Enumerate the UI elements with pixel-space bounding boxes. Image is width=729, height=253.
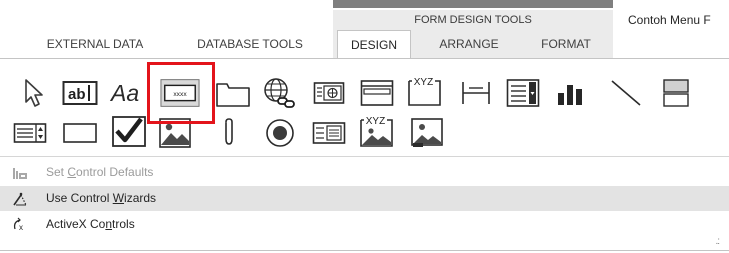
option-group-icon-text: XYZ [414, 77, 433, 88]
menu-item-set-control-defaults[interactable]: Set Control Defaults [0, 160, 729, 185]
web-browser-icon[interactable] [309, 73, 349, 113]
resize-grip-icon[interactable]: .: [715, 236, 719, 247]
activex-icon: x [12, 217, 28, 233]
line-icon[interactable] [606, 73, 646, 113]
select-arrow-icon[interactable] [14, 73, 54, 113]
text-box-icon[interactable]: ab [60, 73, 100, 113]
hyperlink-icon[interactable] [259, 73, 299, 113]
navigation-control-icon[interactable] [357, 73, 397, 113]
control-defaults-icon [12, 165, 28, 181]
menu-item-label: Use Control Wizards [46, 191, 157, 205]
bottom-border [0, 250, 729, 251]
rectangle-icon[interactable] [60, 113, 100, 153]
option-group-icon[interactable]: XYZ [405, 71, 445, 111]
svg-text:ab: ab [68, 86, 86, 103]
subform-icon[interactable] [309, 113, 349, 153]
bound-object-frame-icon[interactable]: XYZ [357, 111, 397, 151]
menu-separator [0, 156, 729, 157]
tab-divider [0, 58, 729, 59]
tab-external-data[interactable]: EXTERNAL DATA [22, 30, 168, 58]
bound-frame-icon-text: XYZ [366, 116, 385, 127]
unbound-object-frame-icon[interactable] [155, 113, 195, 153]
context-group-label: FORM DESIGN TOOLS [333, 10, 613, 30]
tab-control-icon[interactable] [213, 73, 253, 113]
chart-icon[interactable] [552, 73, 592, 113]
page-break-icon[interactable] [456, 73, 496, 113]
combo-box-icon[interactable] [503, 73, 543, 113]
menu-item-label: ActiveX Controls [46, 217, 135, 231]
context-group-band [333, 0, 613, 8]
list-box-icon[interactable] [10, 113, 50, 153]
button-icon[interactable]: xxxx [160, 73, 200, 113]
check-box-icon[interactable] [109, 111, 149, 151]
option-button-icon[interactable] [260, 113, 300, 153]
label-icon[interactable]: Aa [108, 73, 148, 113]
app-title: Contoh Menu F [628, 13, 711, 27]
tab-design[interactable]: DESIGN [337, 30, 411, 59]
button-icon-text: xxxx [173, 91, 187, 98]
tab-arrange[interactable]: ARRANGE [418, 30, 520, 58]
tab-format[interactable]: FORMAT [522, 30, 610, 58]
svg-text:Aa: Aa [109, 80, 139, 106]
image-icon[interactable] [407, 113, 447, 153]
toggle-button-icon[interactable] [656, 73, 696, 113]
wizard-wand-icon [12, 191, 28, 207]
menu-item-activex-controls[interactable]: x ActiveX Controls [0, 212, 729, 237]
menu-item-label: Set Control Defaults [46, 165, 154, 179]
ribbon-tab-bar: FORM DESIGN TOOLS Contoh Menu F EXTERNAL… [0, 0, 729, 62]
menu-item-use-control-wizards[interactable]: Use Control Wizards [0, 186, 729, 211]
svg-text:x: x [19, 223, 23, 232]
attachment-icon[interactable] [209, 113, 249, 153]
tab-database-tools[interactable]: DATABASE TOOLS [170, 30, 330, 58]
